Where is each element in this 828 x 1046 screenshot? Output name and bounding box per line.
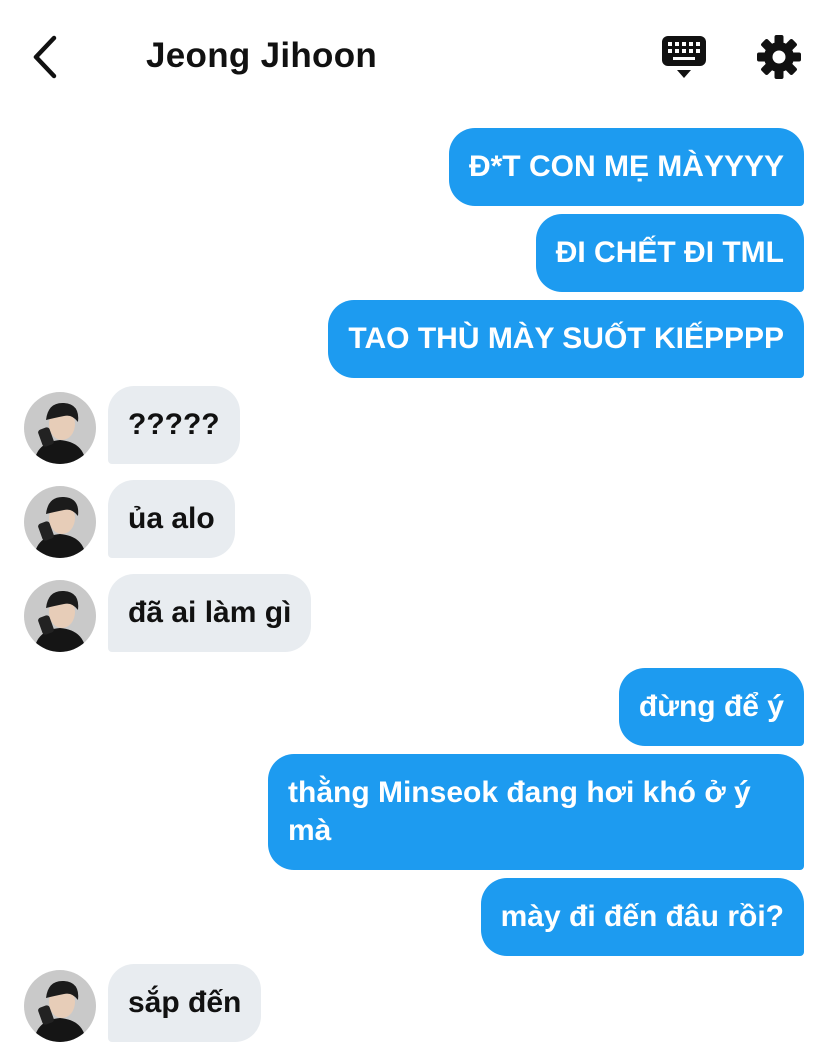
incoming-message[interactable]: đã ai làm gì bbox=[108, 574, 312, 652]
incoming-message[interactable]: ????? bbox=[108, 386, 240, 464]
back-chevron-icon[interactable] bbox=[28, 34, 62, 80]
outgoing-message[interactable]: TAO THÙ MÀY SUỐT KIẾPPPP bbox=[328, 300, 804, 378]
outgoing-message[interactable]: thằng Minseok đang hơi khó ở ý mà bbox=[268, 754, 804, 870]
keyboard-icon[interactable] bbox=[660, 34, 708, 80]
contact-avatar[interactable] bbox=[24, 392, 96, 464]
outgoing-message[interactable]: Đ*T CON MẸ MÀYYYY bbox=[448, 128, 804, 206]
settings-gear-icon[interactable] bbox=[756, 34, 802, 80]
incoming-message[interactable]: ủa alo bbox=[108, 480, 235, 558]
chat-header: Jeong Jihoon bbox=[0, 0, 828, 112]
contact-avatar[interactable] bbox=[24, 580, 96, 652]
contact-avatar[interactable] bbox=[24, 486, 96, 558]
outgoing-message[interactable]: ĐI CHẾT ĐI TML bbox=[535, 214, 804, 292]
contact-avatar[interactable] bbox=[24, 970, 96, 1042]
outgoing-message[interactable]: mày đi đến đâu rồi? bbox=[480, 878, 804, 956]
incoming-message[interactable]: sắp đến bbox=[108, 964, 262, 1042]
outgoing-message[interactable]: đừng để ý bbox=[618, 668, 804, 746]
contact-name[interactable]: Jeong Jihoon bbox=[146, 36, 377, 76]
